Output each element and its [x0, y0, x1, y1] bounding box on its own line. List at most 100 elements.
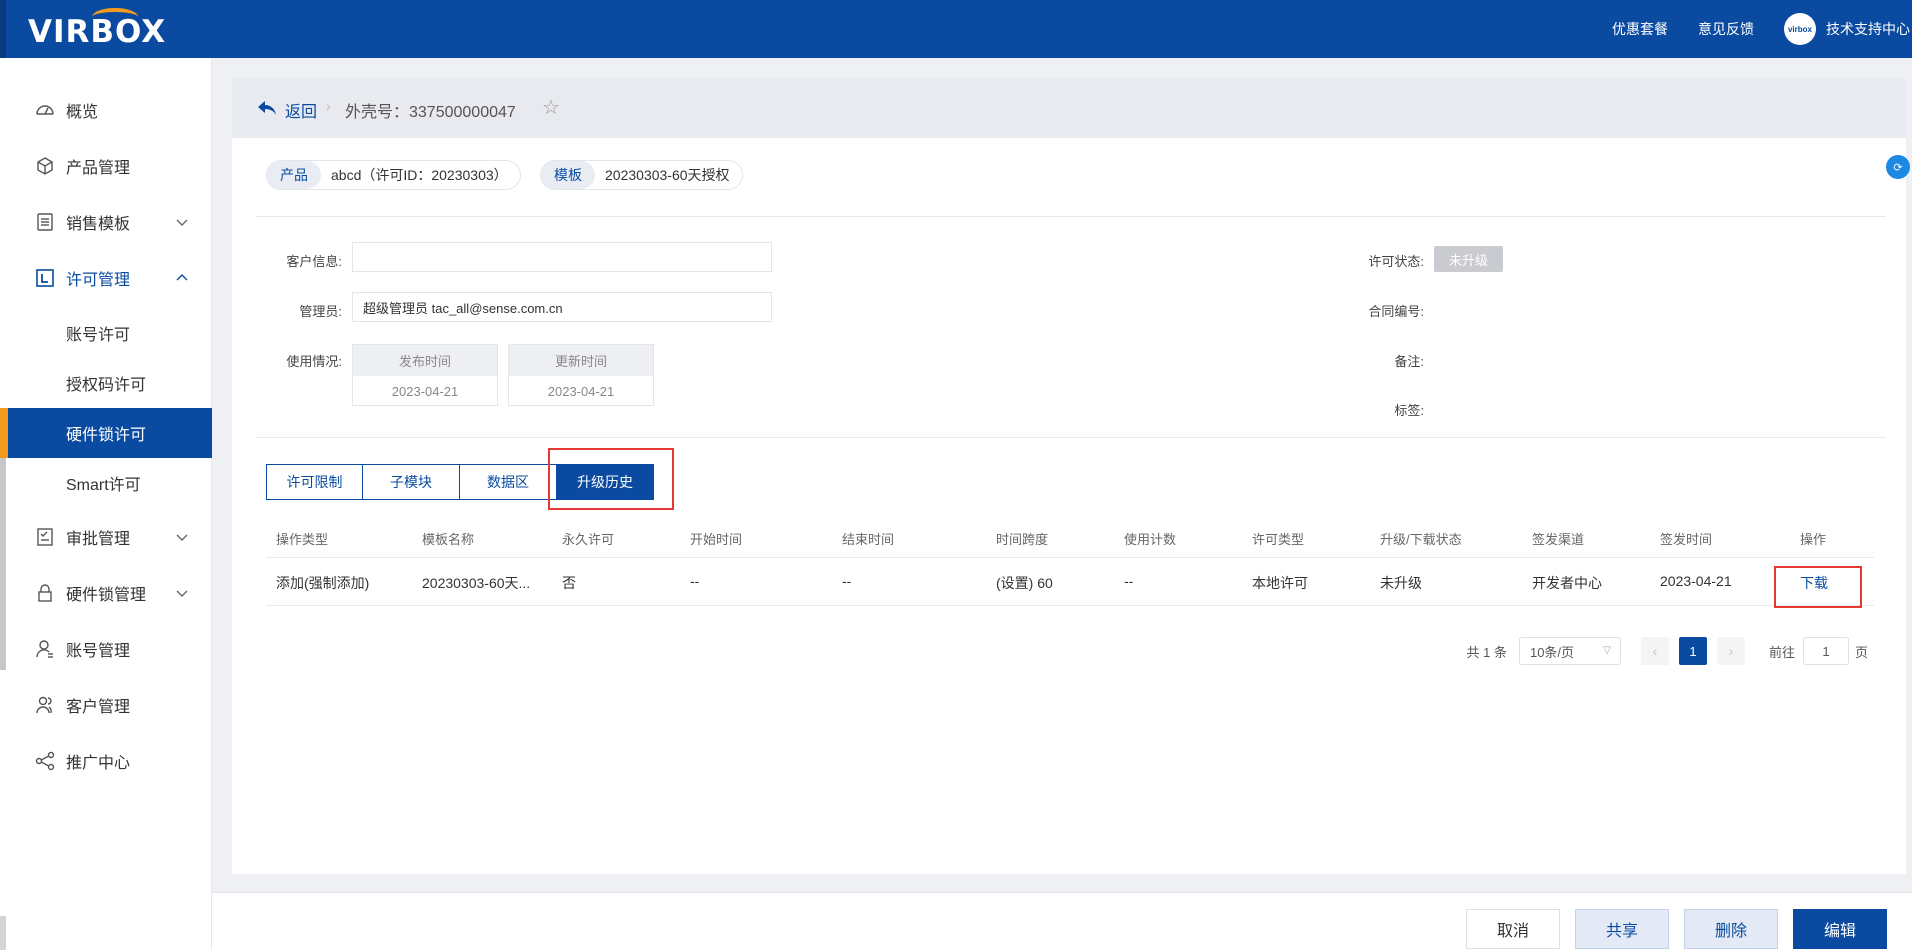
status-label: 许可状态: — [1368, 254, 1424, 269]
share-button[interactable]: 共享 — [1575, 909, 1669, 949]
sidebar-item-label: 推广中心 — [66, 755, 131, 772]
goto-page-input[interactable]: 1 — [1802, 637, 1849, 665]
column-header: 升级/下载状态 — [1380, 532, 1462, 547]
customer-label: 客户信息: — [286, 254, 342, 269]
sidebar-item-products[interactable]: 产品管理 — [0, 138, 212, 194]
sidebar-sub-hardware-license[interactable]: 硬件锁许可 — [0, 408, 212, 458]
update-time-header: 更新时间 — [509, 345, 653, 376]
user-icon — [34, 638, 56, 660]
admin-field: 超级管理员 tac_all@sense.com.cn — [352, 292, 772, 322]
chevron-down-icon — [176, 219, 188, 226]
tab-highlight-box — [548, 448, 674, 510]
back-arrow-icon[interactable] — [256, 98, 278, 118]
total-count: 共 1 条 — [1466, 644, 1507, 660]
divider — [256, 216, 1886, 217]
prev-page-button[interactable]: ‹ — [1640, 637, 1669, 665]
sidebar-item-approval[interactable]: 审批管理 — [0, 509, 212, 565]
tag-label: 标签: — [1394, 403, 1424, 418]
dashboard-icon — [34, 99, 56, 121]
status-badge: 未升级 — [1434, 246, 1504, 272]
star-icon[interactable]: ☆ — [542, 95, 560, 120]
tab-submodules[interactable]: 子模块 — [363, 464, 460, 500]
top-link-feedback[interactable]: 意见反馈 — [1698, 19, 1754, 39]
sidebar-item-label: 硬件锁许可 — [66, 427, 147, 444]
next-page-button[interactable]: › — [1716, 637, 1745, 665]
top-link-packages[interactable]: 优惠套餐 — [1612, 19, 1668, 39]
column-header: 开始时间 — [690, 532, 743, 547]
goto-suffix: 页 — [1854, 644, 1868, 660]
sidebar-item-label: 客户管理 — [66, 699, 131, 716]
cube-icon — [34, 155, 56, 177]
sidebar-item-customers[interactable]: 客户管理 — [0, 677, 212, 733]
left-edge-mark — [0, 916, 6, 950]
page-number-current[interactable]: 1 — [1678, 637, 1707, 665]
cell-usage-count: -- — [1124, 573, 1134, 589]
column-header: 使用计数 — [1124, 532, 1177, 547]
cell-issue-channel: 开发者中心 — [1532, 575, 1602, 591]
tab-license-limits[interactable]: 许可限制 — [266, 464, 363, 500]
sidebar-item-sales-templates[interactable]: 销售模板 — [0, 194, 212, 250]
template-pill: 模板 20230303-60天授权 — [540, 160, 743, 190]
customers-icon — [34, 694, 56, 716]
tab-data-area[interactable]: 数据区 — [460, 464, 557, 500]
cell-operation-type: 添加(强制添加) — [276, 575, 370, 591]
cell-time-span: (设置) 60 — [996, 575, 1053, 591]
update-time-value: 2023-04-21 — [547, 383, 615, 399]
license-detail-card: 返回 › 外壳号：337500000047 ☆ 产品 abcd（许可ID：202… — [232, 78, 1906, 874]
divider — [256, 437, 1886, 438]
sidebar-sub-account-license[interactable]: 账号许可 — [0, 308, 212, 358]
sidebar-item-licenses[interactable]: 许可管理 — [0, 250, 212, 306]
action-footer: 取消 共享 删除 编辑 — [212, 892, 1912, 950]
publish-time-header: 发布时间 — [353, 345, 497, 376]
usage-label: 使用情况: — [286, 354, 342, 369]
top-links: 优惠套餐 意见反馈 virbox 技术支持中心 — [1612, 0, 1912, 58]
sidebar-item-accounts[interactable]: 账号管理 — [0, 621, 212, 677]
virbox-logo[interactable]: VIRBOX — [28, 14, 166, 50]
sidebar-item-label: 授权码许可 — [66, 377, 147, 394]
breadcrumb-separator: › — [326, 98, 331, 114]
cell-issue-time: 2023-04-21 — [1660, 573, 1732, 589]
active-indicator — [0, 408, 8, 458]
sidebar-sub-smart-license[interactable]: Smart许可 — [0, 458, 212, 508]
shell-number: 外壳号：337500000047 — [345, 104, 516, 121]
pagination: 共 1 条 10条/页 ▽ ‹ 1 › 前往 1 页 — [1466, 636, 1868, 666]
column-header: 永久许可 — [562, 532, 615, 547]
sidebar-item-lock-management[interactable]: 硬件锁管理 — [0, 565, 212, 621]
sidebar-item-label: 硬件锁管理 — [66, 587, 147, 604]
remark-label: 备注: — [1394, 354, 1424, 369]
product-tag: 产品 — [267, 161, 321, 189]
breadcrumb: 返回 › 外壳号：337500000047 ☆ — [232, 78, 1906, 138]
contract-label: 合同编号: — [1368, 304, 1424, 319]
top-link-support[interactable]: 技术支持中心 — [1826, 19, 1910, 39]
column-header: 许可类型 — [1252, 532, 1305, 547]
sidebar-item-overview[interactable]: 概览 — [0, 82, 212, 138]
top-bar: VIRBOX 优惠套餐 意见反馈 virbox 技术支持中心 — [0, 0, 1912, 58]
help-float-icon[interactable]: ⟳ — [1886, 155, 1910, 179]
license-icon — [34, 267, 56, 289]
upgrade-history-table: 操作类型 模板名称 永久许可 开始时间 结束时间 时间跨度 使用计数 许可类型 … — [266, 516, 1874, 606]
publish-time-value: 2023-04-21 — [391, 383, 459, 399]
back-link[interactable]: 返回 — [285, 98, 317, 122]
page-size-select[interactable]: 10条/页 ▽ — [1518, 637, 1621, 665]
cell-end-time: -- — [842, 573, 852, 589]
sidebar-sub-authcode-license[interactable]: 授权码许可 — [0, 358, 212, 408]
chevron-down-icon: ▽ — [1603, 645, 1611, 656]
sidebar: 概览 产品管理 销售模板 许可管理 账号许可 授权码许可 硬件锁许可 Smart… — [0, 58, 212, 950]
cell-template-name: 20230303-60天... — [422, 575, 531, 591]
cancel-button[interactable]: 取消 — [1466, 909, 1560, 949]
edit-button[interactable]: 编辑 — [1793, 909, 1887, 949]
download-highlight-box — [1774, 566, 1862, 608]
list-icon — [34, 211, 56, 233]
sidebar-item-promotion[interactable]: 推广中心 — [0, 733, 212, 789]
admin-label: 管理员: — [299, 304, 342, 319]
column-header: 操作类型 — [276, 532, 329, 547]
delete-button[interactable]: 删除 — [1684, 909, 1778, 949]
avatar[interactable]: virbox — [1784, 13, 1816, 45]
column-header: 操作 — [1800, 532, 1827, 547]
cell-license-type: 本地许可 — [1252, 575, 1308, 591]
top-left-strip — [0, 0, 6, 58]
customer-field[interactable] — [352, 242, 772, 272]
approval-icon — [34, 526, 56, 548]
cell-start-time: -- — [690, 573, 700, 589]
update-time-box: 更新时间 2023-04-21 — [508, 344, 654, 406]
